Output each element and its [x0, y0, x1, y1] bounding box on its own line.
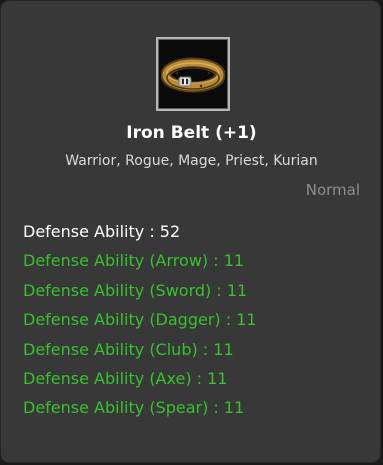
- stat-defense-sword: Defense Ability (Sword) : 11: [23, 280, 248, 300]
- item-stats-list: Defense Ability : 52 Defense Ability (Ar…: [23, 217, 257, 423]
- item-name: Iron Belt (+1): [126, 123, 257, 143]
- item-grade: Normal: [305, 181, 360, 199]
- stat-defense-club: Defense Ability (Club) : 11: [23, 339, 234, 359]
- stat-defense: Defense Ability : 52: [23, 222, 181, 241]
- stat-defense-axe: Defense Ability (Axe) : 11: [23, 369, 228, 389]
- item-tooltip: Iron Belt (+1) Warrior, Rogue, Mage, Pri…: [0, 0, 381, 463]
- stat-defense-dagger: Defense Ability (Dagger) : 11: [23, 310, 257, 330]
- belt-icon: [161, 42, 225, 106]
- item-class-restrictions: Warrior, Rogue, Mage, Priest, Kurian: [65, 153, 318, 169]
- item-icon-frame: [156, 37, 230, 111]
- stat-defense-spear: Defense Ability (Spear) : 11: [23, 398, 245, 418]
- stat-defense-arrow: Defense Ability (Arrow) : 11: [23, 251, 245, 271]
